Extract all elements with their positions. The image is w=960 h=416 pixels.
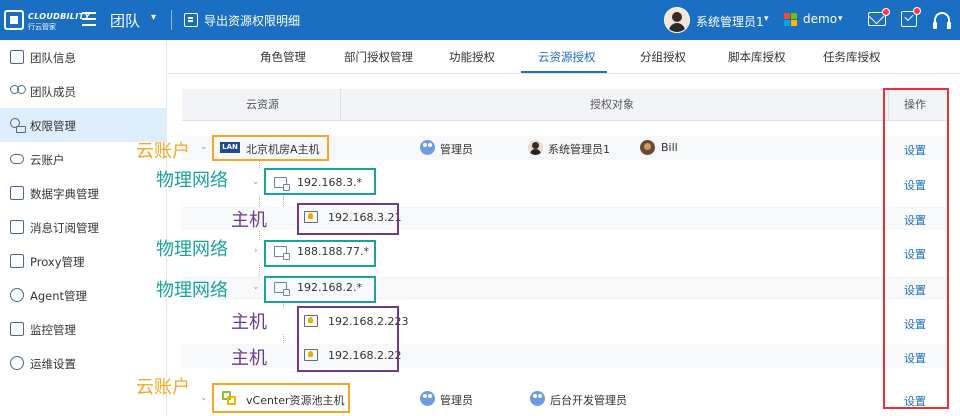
tab-task-library-auth[interactable]: 任务库授权 bbox=[823, 40, 881, 74]
user-key-icon bbox=[10, 118, 26, 133]
tab-cloud-resource-auth[interactable]: 云资源授权 bbox=[538, 40, 596, 74]
annotation-box-host bbox=[297, 203, 399, 235]
brand-name: CLOUDBILITY bbox=[28, 12, 91, 21]
sidebar-item-team-members[interactable]: 团队成员 bbox=[0, 74, 167, 108]
sidebar-item-label: Proxy管理 bbox=[30, 255, 85, 269]
annotation-label-cloud-account: 云账户 bbox=[136, 141, 190, 162]
sidebar-item-agent[interactable]: Agent管理 bbox=[0, 278, 167, 312]
book-icon bbox=[10, 186, 24, 200]
sidebar-item-label: 权限管理 bbox=[30, 119, 76, 133]
chevron-right-icon[interactable]: › bbox=[254, 246, 258, 256]
chevron-down-icon[interactable]: ⌄ bbox=[252, 177, 260, 187]
sidebar-item-label: 团队成员 bbox=[30, 85, 76, 99]
mail-icon[interactable] bbox=[868, 8, 890, 26]
column-header-resource: 云资源 bbox=[246, 98, 279, 111]
auth-object: 管理员 bbox=[440, 394, 473, 407]
sidebar-item-label: 数据字典管理 bbox=[30, 187, 99, 201]
annotation-label-cloud-account: 云账户 bbox=[136, 377, 190, 398]
annotation-label-network: 物理网络 bbox=[156, 280, 228, 301]
task-icon[interactable] bbox=[901, 7, 921, 27]
annotation-box-cloud-account bbox=[212, 383, 350, 413]
user-avatar-icon bbox=[528, 140, 543, 155]
sidebar-item-dictionary[interactable]: 数据字典管理 bbox=[0, 176, 167, 210]
user-avatar-icon bbox=[640, 140, 655, 155]
brand-subtitle: 行云管家 bbox=[28, 23, 56, 31]
annotation-box-host bbox=[297, 306, 399, 372]
annotation-label-network: 物理网络 bbox=[156, 170, 228, 191]
user-name[interactable]: 系统管理员1 bbox=[696, 13, 764, 30]
auth-object: 管理员 bbox=[440, 143, 473, 156]
sidebar-item-team-info[interactable]: 团队信息 bbox=[0, 40, 167, 74]
agent-icon bbox=[10, 288, 24, 302]
envelope-icon bbox=[10, 220, 24, 234]
chevron-down-icon[interactable]: ▾ bbox=[838, 14, 843, 24]
annotation-box-cloud-account bbox=[212, 135, 329, 161]
sidebar-item-label: Agent管理 bbox=[30, 289, 88, 303]
sidebar-item-label: 云账户 bbox=[30, 153, 65, 167]
tab-bar: 角色管理 部门授权管理 功能授权 云资源授权 分组授权 脚本库授权 任务库授权 bbox=[168, 40, 960, 74]
shield-icon bbox=[10, 356, 24, 370]
proxy-icon bbox=[10, 254, 24, 268]
annotation-label-host: 主机 bbox=[231, 210, 267, 231]
brand-logo[interactable]: CLOUDBILITY 行云管家 bbox=[4, 6, 90, 34]
export-icon[interactable] bbox=[184, 13, 198, 27]
annotation-label-host: 主机 bbox=[231, 348, 267, 369]
auth-object: 后台开发管理员 bbox=[550, 394, 627, 407]
menu-icon[interactable] bbox=[82, 12, 96, 26]
annotation-box-action-column bbox=[883, 88, 949, 409]
chevron-down-icon[interactable]: ⌄ bbox=[200, 142, 208, 152]
annotation-box-network bbox=[264, 276, 376, 303]
monitor-icon bbox=[10, 322, 24, 336]
sidebar: 团队信息 团队成员 权限管理 云账户 数据字典管理 消息订阅管理 Proxy管理… bbox=[0, 40, 167, 416]
tab-group-auth[interactable]: 分组授权 bbox=[640, 40, 686, 74]
support-icon[interactable] bbox=[933, 12, 951, 29]
sidebar-item-label: 团队信息 bbox=[30, 51, 76, 65]
auth-object: Bill bbox=[661, 141, 678, 154]
sidebar-item-monitoring[interactable]: 监控管理 bbox=[0, 312, 167, 346]
tenant-icon bbox=[784, 13, 797, 26]
tab-role-management[interactable]: 角色管理 bbox=[260, 40, 306, 74]
logo-icon bbox=[4, 10, 24, 30]
top-bar: CLOUDBILITY 行云管家 团队 ▾ 导出资源权限明细 系统管理员1 ▾ … bbox=[0, 0, 960, 40]
sidebar-item-label: 监控管理 bbox=[30, 323, 76, 337]
group-icon bbox=[420, 391, 435, 406]
tab-script-library-auth[interactable]: 脚本库授权 bbox=[728, 40, 786, 74]
header-divider bbox=[171, 10, 172, 30]
document-icon bbox=[10, 50, 24, 64]
column-header-auth: 授权对象 bbox=[590, 98, 634, 111]
column-separator bbox=[340, 89, 341, 121]
chevron-down-icon[interactable]: ⌄ bbox=[252, 282, 260, 292]
auth-object: 系统管理员1 bbox=[548, 143, 610, 156]
active-tab-indicator bbox=[521, 71, 607, 73]
chevron-down-icon[interactable]: ⌄ bbox=[200, 393, 208, 403]
group-icon bbox=[420, 140, 435, 155]
tab-department-auth[interactable]: 部门授权管理 bbox=[344, 40, 413, 74]
page-title[interactable]: 团队 bbox=[110, 10, 140, 31]
user-avatar[interactable] bbox=[664, 7, 690, 33]
tab-function-auth[interactable]: 功能授权 bbox=[449, 40, 495, 74]
sidebar-item-subscriptions[interactable]: 消息订阅管理 bbox=[0, 210, 167, 244]
table-header: 云资源 授权对象 操作 bbox=[182, 89, 946, 121]
tenant-name[interactable]: demo bbox=[803, 12, 837, 26]
group-icon bbox=[530, 391, 545, 406]
annotation-label-network: 物理网络 bbox=[156, 239, 228, 260]
annotation-label-host: 主机 bbox=[231, 312, 267, 333]
sidebar-item-proxy[interactable]: Proxy管理 bbox=[0, 244, 167, 278]
cloud-icon bbox=[10, 154, 24, 164]
sidebar-item-label: 消息订阅管理 bbox=[30, 221, 99, 235]
annotation-box-network bbox=[264, 240, 376, 267]
annotation-box-network bbox=[264, 168, 376, 195]
users-icon bbox=[10, 84, 26, 98]
sidebar-item-label: 运维设置 bbox=[30, 357, 76, 371]
chevron-down-icon[interactable]: ▾ bbox=[764, 14, 769, 24]
chevron-down-icon[interactable]: ▾ bbox=[151, 12, 156, 23]
export-button[interactable]: 导出资源权限明细 bbox=[204, 12, 300, 29]
